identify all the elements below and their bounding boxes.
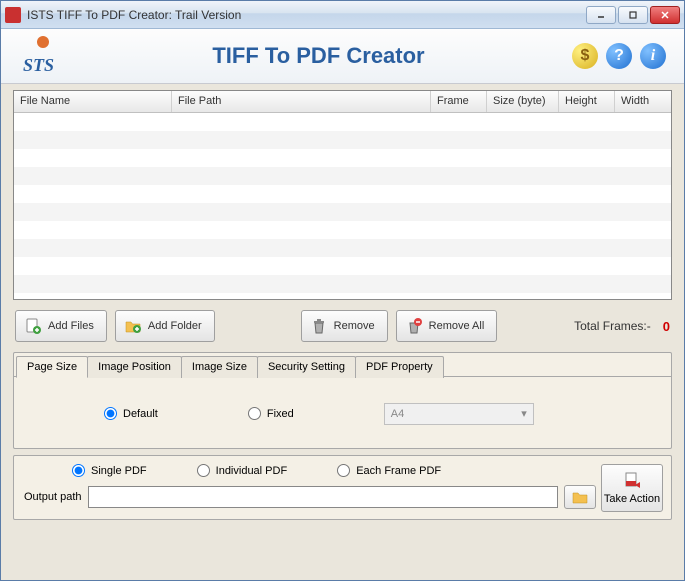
add-files-icon — [24, 317, 42, 335]
tab-image-position[interactable]: Image Position — [87, 356, 182, 378]
remove-button[interactable]: Remove — [301, 310, 388, 342]
trash-icon — [310, 317, 328, 335]
tab-security[interactable]: Security Setting — [257, 356, 356, 378]
each-frame-pdf-label: Each Frame PDF — [356, 465, 441, 477]
grid-header: File Name File Path Frame Size (byte) He… — [14, 91, 671, 113]
window-controls — [586, 6, 680, 24]
output-path-label: Output path — [24, 491, 82, 503]
output-path-input[interactable] — [88, 486, 558, 508]
col-size[interactable]: Size (byte) — [487, 91, 559, 112]
single-pdf-label: Single PDF — [91, 465, 147, 477]
col-filename[interactable]: File Name — [14, 91, 172, 112]
window-title: ISTS TIFF To PDF Creator: Trail Version — [27, 8, 586, 22]
col-filepath[interactable]: File Path — [172, 91, 431, 112]
individual-pdf-radio[interactable]: Individual PDF — [197, 464, 288, 477]
titlebar: ISTS TIFF To PDF Creator: Trail Version — [1, 1, 684, 29]
take-action-button[interactable]: Take Action — [601, 464, 663, 512]
remove-all-icon — [405, 317, 423, 335]
app-title: TIFF To PDF Creator — [65, 43, 572, 69]
grid-body[interactable] — [14, 113, 671, 299]
logo: STS — [19, 36, 65, 76]
header-icons: $ ? i — [572, 43, 666, 69]
settings-tabs: Page Size Image Position Image Size Secu… — [13, 352, 672, 449]
close-button[interactable] — [650, 6, 680, 24]
minimize-button[interactable] — [586, 6, 616, 24]
page-size-default-radio[interactable]: Default — [104, 407, 158, 420]
tab-page-size[interactable]: Page Size — [16, 356, 88, 378]
header: STS TIFF To PDF Creator $ ? i — [1, 29, 684, 84]
add-folder-button[interactable]: Add Folder — [115, 310, 215, 342]
tab-strip: Page Size Image Position Image Size Secu… — [14, 353, 671, 377]
remove-all-button[interactable]: Remove All — [396, 310, 498, 342]
app-icon — [5, 7, 21, 23]
info-icon[interactable]: i — [640, 43, 666, 69]
tab-pdf-property[interactable]: PDF Property — [355, 356, 444, 378]
col-frame[interactable]: Frame — [431, 91, 487, 112]
file-grid: File Name File Path Frame Size (byte) He… — [13, 90, 672, 300]
default-label: Default — [123, 408, 158, 420]
individual-pdf-label: Individual PDF — [216, 465, 288, 477]
col-height[interactable]: Height — [559, 91, 615, 112]
maximize-button[interactable] — [618, 6, 648, 24]
buy-icon[interactable]: $ — [572, 43, 598, 69]
remove-label: Remove — [334, 320, 375, 332]
add-files-button[interactable]: Add Files — [15, 310, 107, 342]
pdf-action-icon — [622, 471, 642, 491]
browse-button[interactable] — [564, 485, 596, 509]
app-window: ISTS TIFF To PDF Creator: Trail Version … — [0, 0, 685, 581]
toolbar: Add Files Add Folder Remove Remove All — [13, 306, 672, 346]
remove-all-label: Remove All — [429, 320, 485, 332]
add-files-label: Add Files — [48, 320, 94, 332]
single-pdf-radio[interactable]: Single PDF — [72, 464, 147, 477]
page-size-fixed-radio[interactable]: Fixed — [248, 407, 294, 420]
folder-icon — [571, 489, 589, 505]
total-frames-label: Total Frames:- — [574, 319, 651, 333]
take-action-label: Take Action — [604, 493, 660, 505]
col-width[interactable]: Width — [615, 91, 671, 112]
page-preset-select[interactable]: A4 ▾ — [384, 403, 534, 425]
total-frames-value: 0 — [663, 319, 670, 334]
add-folder-icon — [124, 317, 142, 335]
output-mode-row: Single PDF Individual PDF Each Frame PDF — [24, 462, 661, 485]
chevron-down-icon: ▾ — [521, 407, 527, 420]
tab-image-size[interactable]: Image Size — [181, 356, 258, 378]
logo-icon: STS — [19, 36, 65, 76]
output-panel: Single PDF Individual PDF Each Frame PDF… — [13, 455, 672, 520]
main-content: File Name File Path Frame Size (byte) He… — [1, 84, 684, 580]
each-frame-pdf-radio[interactable]: Each Frame PDF — [337, 464, 441, 477]
fixed-label: Fixed — [267, 408, 294, 420]
add-folder-label: Add Folder — [148, 320, 202, 332]
output-path-row: Output path — [24, 485, 661, 509]
page-preset-value: A4 — [391, 408, 404, 420]
tab-body: Default Fixed A4 ▾ — [14, 376, 671, 448]
help-icon[interactable]: ? — [606, 43, 632, 69]
